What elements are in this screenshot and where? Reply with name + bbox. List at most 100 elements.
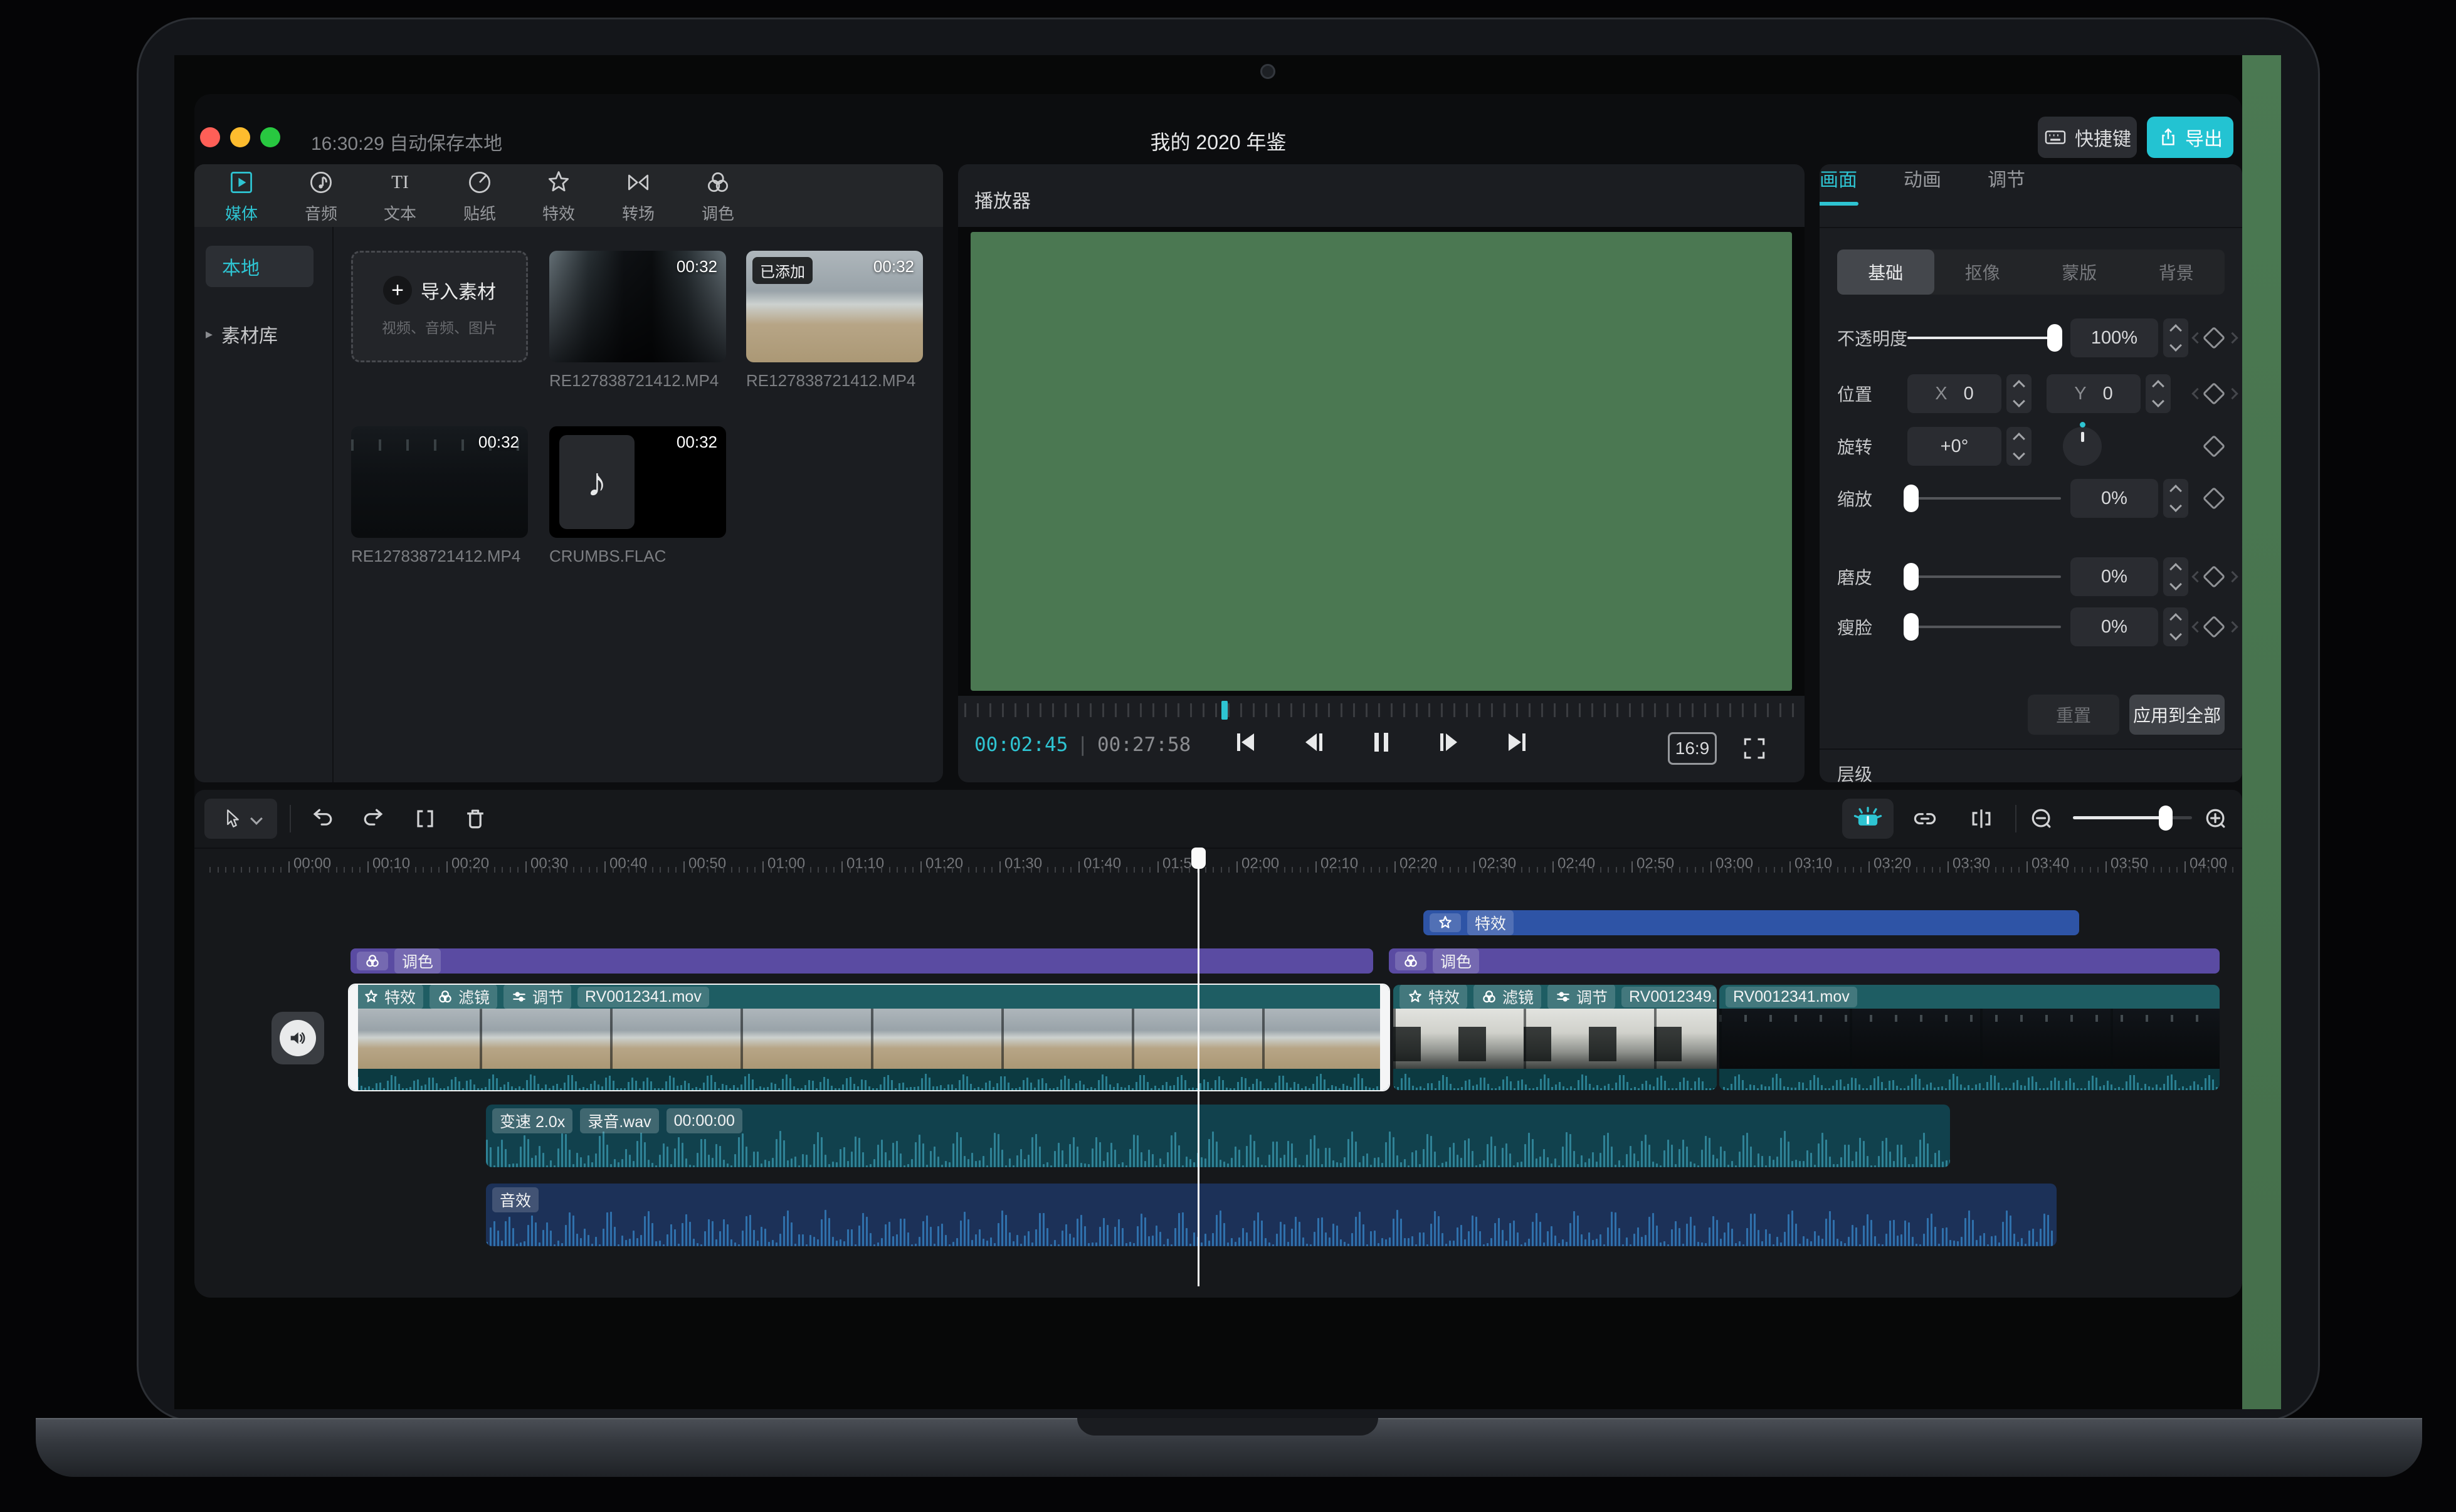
track-mute-button[interactable] (271, 1012, 324, 1064)
prev-frame-button[interactable] (1299, 727, 1329, 757)
sidebar-item-local[interactable]: 本地 (206, 246, 314, 287)
link-clips-button[interactable] (1910, 804, 1940, 834)
scale-slider[interactable] (1904, 485, 2061, 512)
apply-to-all-button[interactable]: 应用到全部 (2129, 695, 2225, 735)
video-clip-3[interactable]: RV0012341.mov (1719, 985, 2220, 1090)
keyframe-icon[interactable] (2202, 615, 2226, 639)
rotation-value[interactable]: +0° (1907, 427, 2001, 466)
slim-face-stepper[interactable] (2163, 607, 2188, 646)
opacity-slider[interactable] (1907, 324, 2062, 352)
position-x-stepper[interactable] (2006, 374, 2032, 413)
subtab-basic[interactable]: 基础 (1837, 249, 1934, 295)
transport-controls (1231, 727, 1532, 757)
position-y-stepper[interactable] (2146, 374, 2171, 413)
tab-color[interactable]: 调色 (680, 168, 756, 224)
prev-keyframe-icon[interactable] (2191, 570, 2203, 583)
keyframe-icon[interactable] (2202, 434, 2226, 458)
next-keyframe-icon[interactable] (2227, 621, 2238, 633)
rotation-knob[interactable] (2063, 422, 2102, 466)
tab-picture[interactable]: 画面 (1820, 164, 1858, 206)
effect-clip[interactable]: 特效 (1423, 910, 2079, 935)
media-item-name: CRUMBS.FLAC (549, 547, 667, 565)
color-clip[interactable]: 调色 (350, 948, 1373, 974)
snap-toggle-button[interactable] (1842, 799, 1894, 839)
slim-face-slider[interactable] (1904, 613, 2061, 641)
next-keyframe-icon[interactable] (2227, 387, 2238, 400)
opacity-value[interactable]: 100% (2070, 318, 2158, 357)
color-clip[interactable]: 调色 (1389, 948, 2220, 974)
video-clip-1[interactable]: 特效 滤镜 调节 RV0012341.mov (348, 984, 1390, 1091)
scale-value[interactable]: 0% (2070, 479, 2158, 518)
media-item-thumbnail[interactable]: ♪ 00:32 (549, 426, 726, 538)
keyframe-icon[interactable] (2202, 382, 2226, 406)
link-icon (1914, 813, 1936, 824)
zoom-out-button[interactable] (2026, 804, 2057, 834)
timeline-zoom-slider[interactable] (2073, 805, 2192, 831)
media-item-thumbnail[interactable]: 已添加 00:32 (746, 251, 923, 362)
tab-adjust[interactable]: 调节 (1988, 164, 2025, 192)
prev-keyframe-icon[interactable] (2191, 621, 2203, 633)
subtab-chroma[interactable]: 抠像 (1934, 249, 2032, 295)
keyframe-icon[interactable] (2202, 486, 2226, 510)
video-clip-2[interactable]: 特效 滤镜 调节 RV0012349.mov (1393, 985, 1717, 1090)
audio-clip-recording[interactable]: 变速 2.0x 录音.wav 00:00:00 (486, 1105, 1950, 1167)
keyframe-icon[interactable] (2202, 565, 2226, 589)
tab-audio[interactable]: 音频 (283, 168, 359, 224)
media-item-thumbnail[interactable]: 00:32 (549, 251, 726, 362)
fullscreen-button[interactable] (1738, 732, 1771, 765)
shortcuts-button[interactable]: 快捷键 (2038, 117, 2137, 158)
next-keyframe-icon[interactable] (2227, 332, 2238, 344)
tab-effects[interactable]: 特效 (521, 168, 596, 224)
delete-button[interactable] (460, 804, 490, 834)
tab-text[interactable]: TI 文本 (362, 168, 438, 224)
tab-media[interactable]: 媒体 (204, 168, 279, 224)
tab-animation[interactable]: 动画 (1904, 164, 1941, 192)
prev-keyframe-icon[interactable] (2191, 332, 2203, 344)
skip-end-button[interactable] (1502, 727, 1532, 757)
rotation-stepper[interactable] (2006, 427, 2032, 466)
smooth-skin-slider[interactable] (1904, 563, 2061, 591)
opacity-stepper[interactable] (2163, 318, 2188, 357)
next-keyframe-icon[interactable] (2227, 570, 2238, 583)
trim-handle-right[interactable] (1380, 985, 1389, 1090)
audio-clip-sfx[interactable]: 音效 (486, 1184, 2057, 1246)
position-x-field[interactable]: X0 (1907, 374, 2001, 413)
timeline-ruler[interactable]: 00:00 00:10 00:20 00:30 00:40 00:50 01:00 01:10… (194, 848, 2242, 875)
tab-transitions[interactable]: 转场 (601, 168, 676, 224)
subtab-mask[interactable]: 蒙版 (2031, 249, 2128, 295)
media-icon (231, 171, 252, 193)
aspect-ratio-button[interactable]: 16:9 (1668, 732, 1717, 765)
slim-face-value[interactable]: 0% (2070, 607, 2158, 646)
keyframe-icon[interactable] (2202, 326, 2226, 350)
position-y-field[interactable]: Y0 (2047, 374, 2141, 413)
scale-stepper[interactable] (2163, 479, 2188, 518)
player-canvas[interactable] (971, 232, 1792, 691)
player-title: 播放器 (974, 191, 1031, 212)
reset-button[interactable]: 重置 (2028, 695, 2119, 735)
transition-icon (628, 174, 649, 190)
undo-button[interactable] (307, 804, 337, 834)
tab-sticker[interactable]: 贴纸 (442, 168, 517, 224)
smooth-skin-value[interactable]: 0% (2070, 557, 2158, 596)
player-scrub-strip[interactable] (964, 703, 1798, 717)
zoom-in-button[interactable] (2201, 804, 2231, 834)
playhead[interactable] (1198, 853, 1199, 1286)
next-frame-button[interactable] (1434, 727, 1464, 757)
media-item-thumbnail[interactable]: 00:32 (351, 426, 528, 538)
split-insert-button[interactable] (1966, 804, 1996, 834)
pause-button[interactable] (1366, 727, 1396, 757)
sidebar-item-library[interactable]: ▸ 素材库 (206, 317, 319, 352)
export-button[interactable]: 导出 (2147, 117, 2233, 158)
trim-handle-left[interactable] (349, 985, 358, 1090)
subtab-background[interactable]: 背景 (2128, 249, 2225, 295)
select-tool-button[interactable] (204, 799, 277, 839)
split-button[interactable] (410, 804, 440, 834)
playhead-handle[interactable] (1191, 848, 1206, 869)
skip-start-button[interactable] (1231, 727, 1261, 757)
redo-button[interactable] (359, 804, 389, 834)
smooth-skin-stepper[interactable] (2163, 557, 2188, 596)
laptop-base-notch (1077, 1418, 1378, 1436)
import-media-button[interactable]: + 导入素材 视频、音频、图片 (351, 251, 528, 362)
prev-keyframe-icon[interactable] (2191, 387, 2203, 400)
filmstrip (349, 1009, 1389, 1069)
